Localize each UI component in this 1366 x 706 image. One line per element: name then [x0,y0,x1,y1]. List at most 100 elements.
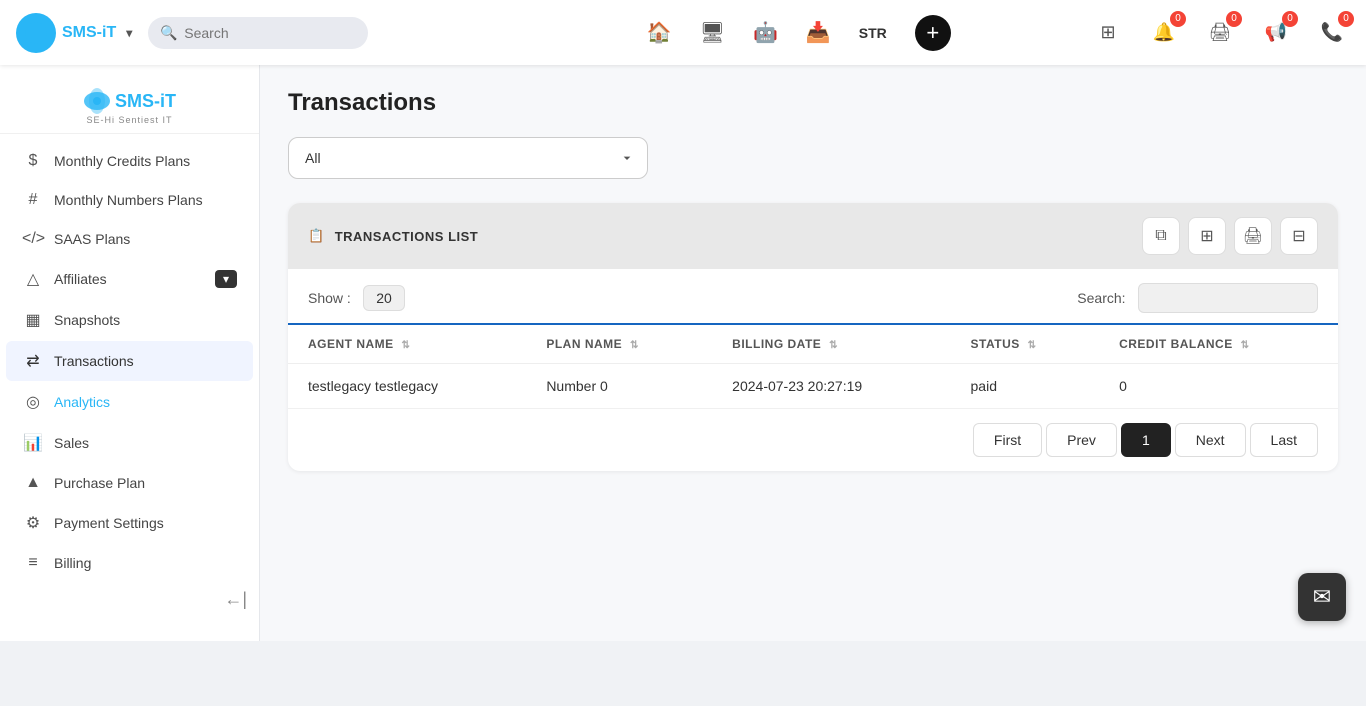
sidebar-item-monthly-numbers[interactable]: # Monthly Numbers Plans [6,181,253,219]
sidebar-item-saas-plans[interactable]: </> SAAS Plans [6,220,253,258]
print-table-button[interactable]: 🖨 [1234,217,1272,255]
table-search-label: Search: [1077,290,1125,306]
cell-agent-name: testlegacy testlegacy [288,364,526,409]
dollar-icon: $ [22,152,44,170]
brand-logo[interactable]: SMS-iT ▾ [16,13,132,53]
next-page-button[interactable]: Next [1175,423,1246,457]
search-control: Search: [1077,283,1318,313]
logo-sub: SE-Hi Sentiest IT [86,115,172,125]
bell-icon-btn[interactable]: 🔔 0 [1146,15,1182,51]
sidebar-item-label: Affiliates [54,271,205,287]
sidebar-item-snapshots[interactable]: ▦ Snapshots [6,300,253,340]
snapshots-icon: ▦ [22,310,44,330]
grid-icon: ⊞ [1100,22,1115,43]
col-agent-name[interactable]: AGENT NAME ⇅ [288,324,526,364]
cell-credit-balance: 0 [1099,364,1338,409]
megaphone-badge: 0 [1282,11,1298,27]
sidebar-item-billing[interactable]: ≡ Billing [6,544,253,582]
sidebar-item-sales[interactable]: 📊 Sales [6,423,253,463]
monitor-icon[interactable]: 🖥 [700,20,725,45]
copy-button[interactable]: ⧉ [1142,217,1180,255]
logo-prefix: SMS-i [115,91,165,111]
sidebar-item-affiliates[interactable]: △ Affiliates ▾ [6,259,253,299]
bell-icon: 🔔 [1153,22,1175,43]
columns-button[interactable]: ⊟ [1280,217,1318,255]
sidebar: SMS-iT SE-Hi Sentiest IT $ Monthly Credi… [0,65,260,641]
main-content: Transactions All Paid Unpaid Pending 📋 T… [260,65,1366,641]
code-icon: </> [22,230,44,248]
sidebar-item-label: Transactions [54,353,237,369]
table-controls: Show : 20 Search: [288,269,1338,323]
sidebar-item-label: Monthly Credits Plans [54,153,237,169]
show-label: Show : [308,290,351,306]
search-icon: 🔍 [160,24,177,41]
card-toolbar: ⧉ ⊞ 🖨 ⊟ [1142,217,1318,255]
print-badge: 0 [1226,11,1242,27]
sidebar-collapse-btn[interactable]: ←| [224,589,247,610]
sidebar-item-label: Snapshots [54,312,237,328]
transactions-table: AGENT NAME ⇅ PLAN NAME ⇅ BILLING DATE ⇅ … [288,323,1338,409]
table-search-input[interactable] [1138,283,1318,313]
affiliates-icon: △ [22,269,44,289]
section-title-text: TRANSACTIONS LIST [335,229,479,244]
sort-icon-plan: ⇅ [630,340,639,351]
purchase-icon: ▲ [22,474,44,492]
pagination: First Prev 1 Next Last [288,409,1338,471]
brand-prefix: SMS-i [62,24,106,41]
cell-billing-date: 2024-07-23 20:27:19 [712,364,950,409]
phone-icon-btn[interactable]: 📞 0 [1314,15,1350,51]
csv-button[interactable]: ⊞ [1188,217,1226,255]
show-count: 20 [363,285,405,311]
page-title: Transactions [288,89,1338,117]
sidebar-item-label: Billing [54,555,237,571]
table-header: AGENT NAME ⇅ PLAN NAME ⇅ BILLING DATE ⇅ … [288,324,1338,364]
show-control: Show : 20 [308,285,405,311]
print-icon-btn[interactable]: 🖨 0 [1202,15,1238,51]
cell-plan-name: Number 0 [526,364,712,409]
hash-icon: # [22,191,44,209]
card-header: 📋 TRANSACTIONS LIST ⧉ ⊞ 🖨 ⊟ [288,203,1338,269]
col-credit-balance[interactable]: CREDIT BALANCE ⇅ [1099,324,1338,364]
col-plan-name[interactable]: PLAN NAME ⇅ [526,324,712,364]
prev-page-button[interactable]: Prev [1046,423,1117,457]
brand-dropdown-icon[interactable]: ▾ [126,26,132,40]
table-row: testlegacy testlegacy Number 0 2024-07-2… [288,364,1338,409]
phone-badge: 0 [1338,11,1354,27]
sort-icon-credit: ⇅ [1241,340,1250,351]
search-wrapper: 🔍 [148,17,368,49]
phone-icon: 📞 [1321,22,1343,43]
sort-icon-status: ⇅ [1028,340,1037,351]
col-billing-date[interactable]: BILLING DATE ⇅ [712,324,950,364]
robot-icon[interactable]: 🤖 [753,20,778,45]
inbox-icon[interactable]: 📥 [806,20,831,45]
brand-suffix: T [106,24,116,41]
filter-select[interactable]: All Paid Unpaid Pending [288,137,648,179]
current-page-button[interactable]: 1 [1121,423,1171,457]
table-body: testlegacy testlegacy Number 0 2024-07-2… [288,364,1338,409]
sales-icon: 📊 [22,433,44,453]
chat-icon: ✉ [1313,584,1331,610]
sidebar-item-purchase-plan[interactable]: ▲ Purchase Plan [6,464,253,502]
plus-button[interactable]: + [915,15,951,51]
sidebar-item-label: SAAS Plans [54,231,237,247]
grid-icon-btn[interactable]: ⊞ [1090,15,1126,51]
bell-badge: 0 [1170,11,1186,27]
col-status[interactable]: STATUS ⇅ [951,324,1100,364]
sidebar-item-label: Purchase Plan [54,475,237,491]
home-icon[interactable]: 🏠 [647,20,672,45]
transactions-icon: ⇄ [22,351,44,371]
affiliates-chevron: ▾ [215,270,237,288]
megaphone-icon-btn[interactable]: 📢 0 [1258,15,1294,51]
sidebar-item-monthly-credits[interactable]: $ Monthly Credits Plans [6,142,253,180]
top-navigation: SMS-iT ▾ 🔍 🏠 🖥 🤖 📥 STR + ⊞ 🔔 0 🖨 0 📢 0 [0,0,1366,65]
sidebar-item-payment-settings[interactable]: ⚙ Payment Settings [6,503,253,543]
last-page-button[interactable]: Last [1250,423,1318,457]
search-input[interactable] [148,17,368,49]
sort-icon-agent: ⇅ [402,340,411,351]
sidebar-item-analytics[interactable]: ◎ Analytics [6,382,253,422]
analytics-icon: ◎ [22,392,44,412]
first-page-button[interactable]: First [973,423,1042,457]
chat-fab-button[interactable]: ✉ [1298,573,1346,621]
sidebar-item-transactions[interactable]: ⇄ Transactions [6,341,253,381]
transactions-list-title: 📋 TRANSACTIONS LIST [308,228,478,244]
